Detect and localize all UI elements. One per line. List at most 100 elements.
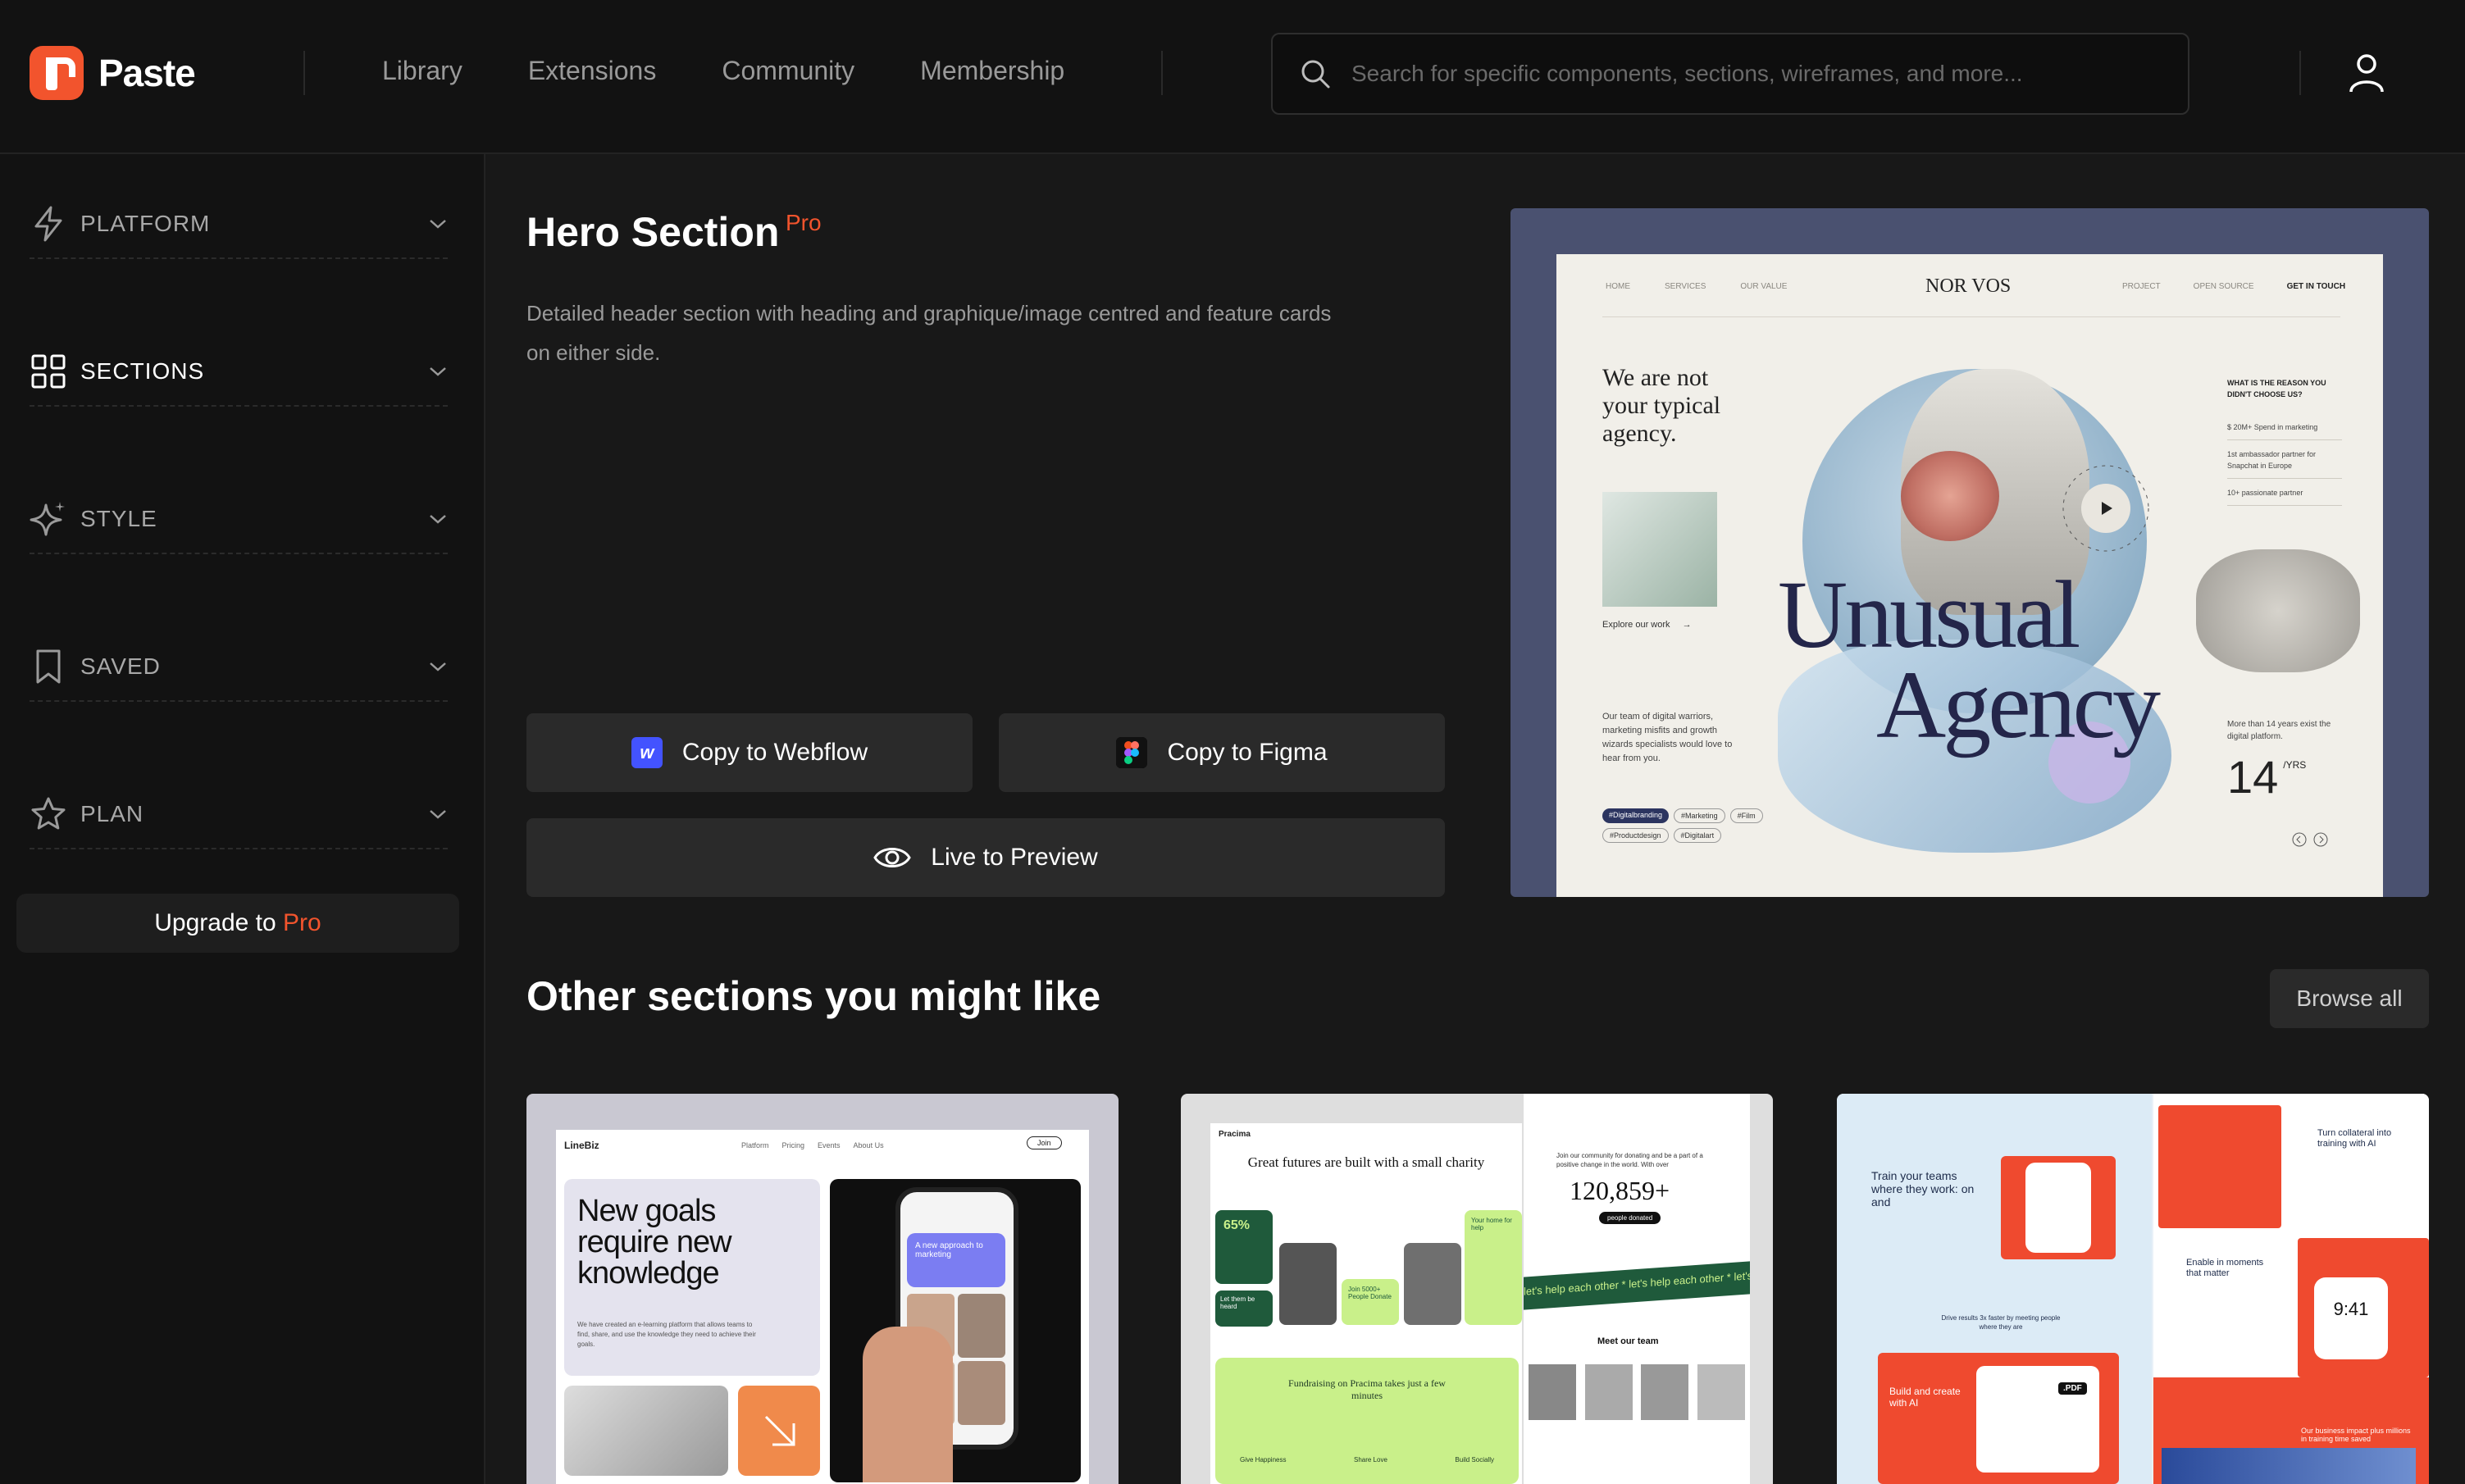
- preview-logo: NOR VOS: [1925, 275, 2012, 297]
- live-preview-button[interactable]: Live to Preview: [526, 818, 1445, 897]
- card-preview-secondary: Join our community for donating and be a…: [1524, 1094, 1750, 1484]
- card-nav: Platform Pricing Events About Us: [741, 1141, 884, 1149]
- section-card-linebiz[interactable]: LineBiz Platform Pricing Events About Us…: [526, 1094, 1119, 1484]
- nav-link-membership[interactable]: Membership: [920, 56, 1064, 86]
- card-nav-item: Platform: [741, 1141, 769, 1149]
- brand-name: Paste: [98, 52, 196, 94]
- sidebar-item-label: SAVED: [80, 653, 161, 679]
- card-nav-item: Pricing: [781, 1141, 805, 1149]
- card-impact-text: Our business impact plus millions in tra…: [2301, 1427, 2411, 1443]
- sidebar-item-label: SECTIONS: [80, 358, 205, 384]
- pro-badge: Pro: [786, 210, 822, 235]
- preview-big-word-1: Unusual: [1778, 561, 2080, 668]
- sidebar-item-plan[interactable]: PLAN: [30, 787, 448, 849]
- card-mini-tile: Let them be heard: [1215, 1291, 1273, 1327]
- card-preview: Pracima Great futures are built with a s…: [1210, 1123, 1522, 1484]
- avatar: [1697, 1364, 1745, 1420]
- nav-link-extensions[interactable]: Extensions: [528, 56, 657, 86]
- preview-years-stat: 14 /YRS: [2227, 754, 2306, 800]
- nav-divider: [1161, 51, 1163, 95]
- bookmark-icon: [36, 649, 61, 684]
- sidebar-item-label: PLATFORM: [80, 211, 211, 236]
- preview-tag: #Digitalart: [1673, 828, 1722, 843]
- lightning-icon: [34, 206, 62, 242]
- avatar: [1584, 1364, 1633, 1420]
- card-city-photo: [2162, 1448, 2416, 1484]
- card-body: We have created an e-learning platform t…: [577, 1321, 756, 1348]
- top-navigation: Paste Library Extensions Community Membe…: [0, 0, 2465, 154]
- avatar: [958, 1294, 1005, 1358]
- pdf-badge: .PDF: [2058, 1382, 2087, 1395]
- figma-icon: [1116, 737, 1148, 768]
- card-team-avatars: [1529, 1364, 1745, 1420]
- chevron-down-icon: [430, 810, 446, 819]
- card-moments-text: Enable in moments that matter: [2186, 1258, 2264, 1278]
- search-input[interactable]: Search for specific components, sections…: [1271, 33, 2189, 115]
- card-counter-label: people donated: [1599, 1212, 1661, 1224]
- button-label: Copy to Figma: [1167, 739, 1328, 766]
- upgrade-label: Upgrade to: [154, 909, 276, 936]
- card-drive-text: Drive results 3x faster by meeting peopl…: [1941, 1314, 2061, 1331]
- card-phone-tile: [2001, 1156, 2116, 1259]
- card-mini-tile: Join 5000+ People Donate: [1342, 1279, 1399, 1325]
- copy-to-webflow-button[interactable]: w Copy to Webflow: [526, 713, 973, 792]
- card-red-tile: [2158, 1105, 2281, 1228]
- card-ui-mock: .PDF: [1976, 1366, 2099, 1473]
- section-card-ai-training[interactable]: Train your teams where they work: on and…: [1837, 1094, 2429, 1484]
- preview-carousel-controls: [2291, 831, 2329, 848]
- chevron-down-icon: [430, 367, 446, 376]
- card-build-tile: Build and create with AI .PDF: [1878, 1353, 2119, 1484]
- preview-reason: 1st ambassador partner for Snapchat in E…: [2227, 448, 2342, 479]
- card-photo: [1279, 1243, 1337, 1325]
- preview-nav-item: OPEN SOURCE: [2193, 282, 2254, 291]
- preview-nav-item: HOME: [1606, 282, 1630, 291]
- preview-tag: #Productdesign: [1602, 828, 1669, 843]
- card-headline: Great futures are built with a small cha…: [1247, 1154, 1485, 1170]
- card-fund-item: Build Socially: [1455, 1456, 1494, 1464]
- nav-divider: [303, 51, 305, 95]
- preview-nav-left: HOME SERVICES OUR VALUE: [1606, 282, 1787, 291]
- user-icon[interactable]: [2349, 52, 2385, 93]
- brand-logo[interactable]: Paste: [30, 46, 196, 100]
- sidebar-item-platform[interactable]: PLATFORM: [30, 197, 448, 259]
- search-placeholder: Search for specific components, sections…: [1351, 61, 2023, 86]
- phone-mockup: [2025, 1163, 2091, 1253]
- card-phone-tile: 9:41: [2298, 1238, 2429, 1377]
- card-fund-item: Give Happiness: [1240, 1456, 1287, 1464]
- browse-all-button[interactable]: Browse all: [2270, 969, 2429, 1028]
- preview-years-unit: /YRS: [2283, 759, 2307, 771]
- card-fund-title: Fundraising on Pracima takes just a few …: [1288, 1377, 1446, 1401]
- card-build-text: Build and create with AI: [1889, 1386, 1961, 1409]
- phone-chat-bubble: A new approach to marketing: [907, 1233, 1005, 1287]
- nav-link-community[interactable]: Community: [722, 56, 854, 86]
- sidebar-item-style[interactable]: STYLE: [30, 492, 448, 554]
- sidebar: PLATFORM SECTIONS STYLE SAVED PLAN Upgra…: [0, 154, 485, 1484]
- card-collateral-text: Turn collateral into training with AI: [2317, 1128, 2392, 1149]
- card-photo: [1404, 1243, 1461, 1325]
- chevron-left-circle-icon: [2292, 832, 2307, 847]
- card-marquee: let's help each other * let's help each …: [1524, 1261, 1750, 1310]
- hero-preview-image[interactable]: HOME SERVICES OUR VALUE NOR VOS PROJECT …: [1510, 208, 2429, 897]
- preview-reason-title: WHAT IS THE REASON YOU DIDN'T CHOOSE US?: [2227, 379, 2326, 398]
- preview-explore-link: Explore our work →: [1602, 620, 1692, 630]
- star-icon: [31, 797, 66, 830]
- sidebar-item-saved[interactable]: SAVED: [30, 640, 448, 702]
- nav-links: Library Extensions Community Membership: [382, 56, 1064, 86]
- upgrade-button[interactable]: Upgrade to Pro: [16, 894, 459, 953]
- avatar: [1641, 1364, 1689, 1420]
- grid-icon: [31, 354, 66, 389]
- paste-logo-icon: [30, 46, 84, 100]
- card-hero-panel: New goals require new knowledge We have …: [564, 1179, 820, 1376]
- preview-nav-item: PROJECT: [2122, 282, 2161, 291]
- section-description: Detailed header section with heading and…: [526, 301, 1332, 365]
- chevron-down-icon: [430, 662, 446, 671]
- nav-link-library[interactable]: Library: [382, 56, 462, 86]
- upgrade-pro-label: Pro: [283, 909, 321, 936]
- preview-thumbnail: [1602, 492, 1717, 607]
- section-card-pracima[interactable]: Pracima Great futures are built with a s…: [1181, 1094, 1773, 1484]
- card-photo: [564, 1386, 728, 1476]
- preview-nav-item: SERVICES: [1665, 282, 1706, 291]
- copy-to-figma-button[interactable]: Copy to Figma: [999, 713, 1445, 792]
- card-brand: LineBiz: [564, 1140, 599, 1151]
- sidebar-item-sections[interactable]: SECTIONS: [30, 344, 448, 407]
